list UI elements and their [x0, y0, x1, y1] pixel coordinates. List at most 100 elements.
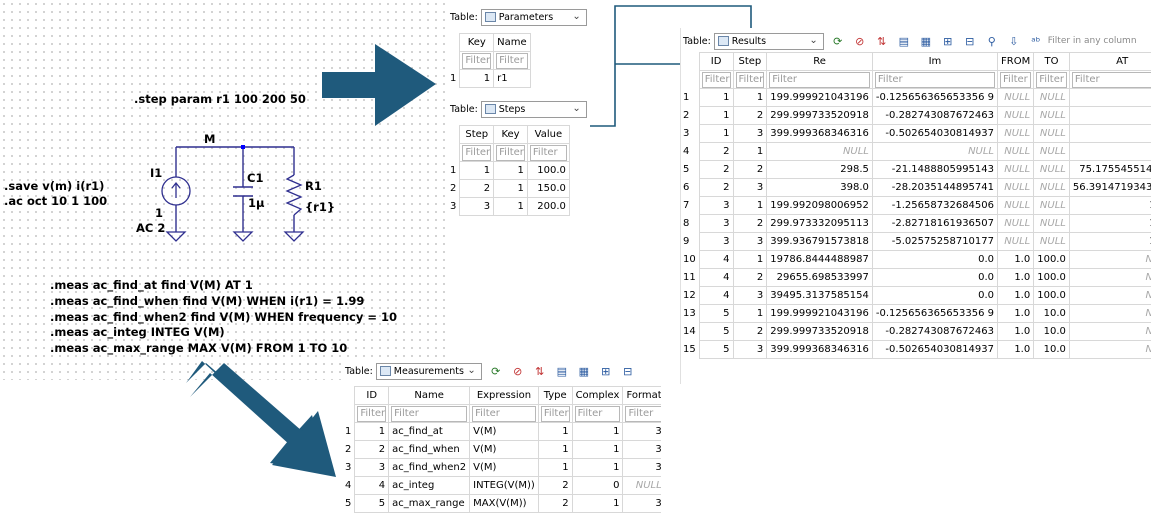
table-cell[interactable]: NULL	[997, 106, 1035, 125]
table-cell[interactable]: V(M)	[469, 440, 539, 459]
table-cell[interactable]: 5	[354, 494, 390, 513]
table-cell[interactable]: -1.25658732684506	[871, 196, 999, 215]
table-cell[interactable]: 2	[698, 160, 734, 179]
table-cell[interactable]: 56.3914719343853	[1068, 178, 1151, 197]
table-cell[interactable]: V(M)	[469, 422, 539, 441]
column-header[interactable]: Key	[459, 33, 495, 52]
table-cell[interactable]: ac_find_at	[388, 422, 471, 441]
table-cell[interactable]: 1	[354, 422, 390, 441]
column-filter-input[interactable]: Filter	[1068, 70, 1151, 89]
table-cell[interactable]: NULL	[997, 178, 1035, 197]
save-icon[interactable]: ▦	[576, 363, 592, 379]
table-cell[interactable]: 1.0	[997, 268, 1035, 287]
table-cell[interactable]: NULL	[1033, 124, 1070, 143]
table-cell[interactable]: NULL	[1068, 304, 1151, 323]
table-row[interactable]: 8 3 2 299.973332095113 -2.82718161936507 NULL…	[681, 214, 1151, 233]
table-cell[interactable]: 150.0	[526, 179, 570, 198]
table-cell[interactable]: -0.502654030814937	[871, 124, 999, 143]
table-cell[interactable]: 3	[732, 340, 768, 359]
table-cell[interactable]: NULL	[997, 88, 1035, 107]
find-icon[interactable]: ⚲	[984, 33, 1000, 49]
table-cell[interactable]: 199.999921043196	[766, 88, 873, 107]
table-row[interactable]: 104119786.84444889870.01.0100.0NULL1	[681, 250, 1151, 269]
column-header[interactable]: Complex	[571, 386, 624, 405]
column-header[interactable]: AT	[1068, 52, 1151, 71]
table-cell[interactable]: 4	[698, 250, 734, 269]
table-cell[interactable]: 75.175545514532	[1068, 160, 1151, 179]
table-cell[interactable]: 1.0	[1068, 124, 1151, 143]
table-cell[interactable]: 10.0	[1068, 214, 1151, 233]
table-cell[interactable]: 2	[732, 106, 768, 125]
table-row[interactable]: 5 2 2 298.5 -21.1488805995143 NULL NULL 75.1755…	[681, 160, 1151, 179]
column-filter-input[interactable]: Filter	[493, 51, 531, 70]
table-row[interactable]: 9 3 3 399.936791573818 -5.02575258710177 NULL…	[681, 232, 1151, 251]
table-row[interactable]: 55ac_max_rangeMAX(V(M))21312	[343, 494, 661, 513]
table-cell[interactable]: 399.999368346316	[766, 124, 873, 143]
table-cell[interactable]: 3	[732, 178, 768, 197]
table-cell[interactable]: ac_find_when2	[388, 458, 471, 477]
table-cell[interactable]: 10.0	[1033, 322, 1070, 341]
table-cell[interactable]: 2	[459, 179, 495, 198]
table-row[interactable]: 33ac_find_when2V(M)11312	[343, 458, 661, 477]
table-cell[interactable]: 1	[571, 422, 624, 441]
table-cell[interactable]: 3	[459, 197, 495, 216]
column-filter-input[interactable]: Filter	[1033, 70, 1070, 89]
print-icon[interactable]: ▤	[554, 363, 570, 379]
column-filter-input[interactable]: Filter	[354, 404, 390, 423]
table-cell[interactable]: 3	[698, 232, 734, 251]
column-filter-input[interactable]: Filter	[571, 404, 624, 423]
table-cell[interactable]: 1.0	[997, 250, 1035, 269]
refresh-icon[interactable]: ⟳	[488, 363, 504, 379]
table-cell[interactable]: 1	[537, 440, 573, 459]
table-cell[interactable]: 0	[571, 476, 624, 495]
sort-icon[interactable]: ⇅	[532, 363, 548, 379]
table-cell[interactable]: 298.5	[766, 160, 873, 179]
table-cell[interactable]: -0.282743087672463	[871, 106, 999, 125]
table-row[interactable]: 15 5 3 399.999368346316 -0.502654030814937 1.…	[681, 340, 1151, 359]
table-cell[interactable]: 3	[732, 286, 768, 305]
table-cell[interactable]: INTEG(V(M))	[469, 476, 539, 495]
column-header[interactable]: TO	[1033, 52, 1070, 71]
column-filter-input[interactable]: Filter	[469, 404, 539, 423]
table-cell[interactable]: 5	[698, 322, 734, 341]
table-cell[interactable]: NULL	[1033, 160, 1070, 179]
column-filter-input[interactable]: Filter	[526, 143, 570, 162]
table-cell[interactable]: 4	[354, 476, 390, 495]
table-cell[interactable]: NULL	[1033, 196, 1070, 215]
table-cell[interactable]: 2	[537, 476, 573, 495]
table-cell[interactable]: NULL	[1033, 178, 1070, 197]
table-cell[interactable]: 1	[571, 458, 624, 477]
column-header[interactable]: Name	[388, 386, 471, 405]
table-cell[interactable]: 299.999733520918	[766, 322, 873, 341]
table-cell[interactable]: 1	[571, 494, 624, 513]
table-cell[interactable]: NULL	[1068, 286, 1151, 305]
table-cell[interactable]: 1	[493, 197, 528, 216]
table-cell[interactable]: 199.999921043196	[766, 304, 873, 323]
table-cell[interactable]: V(M)	[469, 458, 539, 477]
table-cell[interactable]: 200.0	[526, 197, 570, 216]
table-cell[interactable]: NULL	[1068, 250, 1151, 269]
table-row[interactable]: 2 1 2 299.999733520918 -0.282743087672463 NUL…	[681, 106, 1151, 125]
table-cell[interactable]: 0.0	[871, 268, 999, 287]
refresh-icon[interactable]: ⟳	[830, 33, 846, 49]
table-cell[interactable]: 1	[537, 458, 573, 477]
table-cell[interactable]: 299.999733520918	[766, 106, 873, 125]
table-row[interactable]: 421NULLNULLNULLNULL0.00	[681, 142, 1151, 161]
table-cell[interactable]: -0.125656365653356 9	[871, 304, 999, 323]
table-cell[interactable]: 3	[622, 494, 661, 513]
table-cell[interactable]: 3	[622, 422, 661, 441]
table-cell[interactable]: 199.992098006952	[766, 196, 873, 215]
table-cell[interactable]: 2	[698, 142, 734, 161]
table-cell[interactable]: 3	[622, 458, 661, 477]
table-select[interactable]: Parameters ⌄	[480, 8, 587, 26]
table-cell[interactable]: 4	[698, 268, 734, 287]
table-select[interactable]: Steps ⌄	[480, 100, 587, 118]
table-cell[interactable]: 1	[571, 440, 624, 459]
table-cell[interactable]: NULL	[1033, 214, 1070, 233]
table-cell[interactable]: NULL	[997, 160, 1035, 179]
table-cell[interactable]: 1	[732, 304, 768, 323]
table-select[interactable]: Results ⌄	[713, 32, 824, 50]
table-cell[interactable]: 399.936791573818	[766, 232, 873, 251]
delete-record-icon[interactable]: ⊟	[962, 33, 978, 49]
clear-filters-icon[interactable]: ⊘	[510, 363, 526, 379]
